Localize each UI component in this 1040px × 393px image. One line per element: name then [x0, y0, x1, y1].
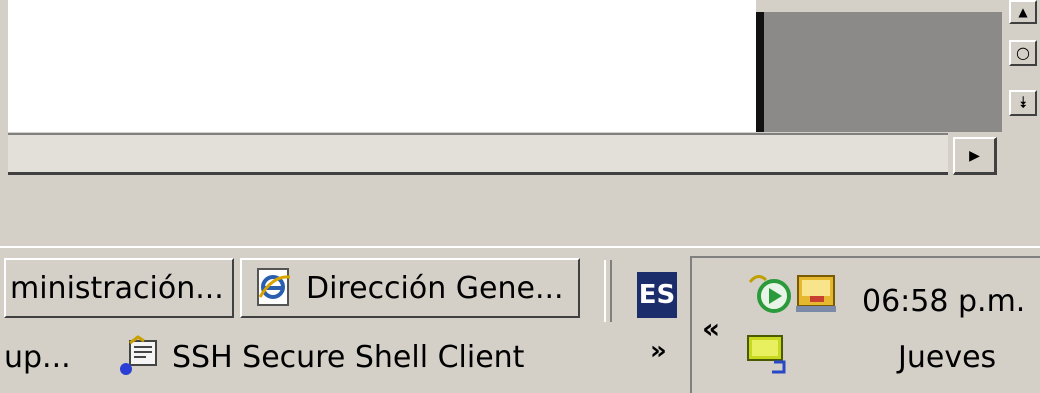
- taskbar-button-setup[interactable]: up...: [4, 328, 71, 386]
- taskbar-button-label: ministración...: [10, 270, 224, 306]
- scroll-up-button[interactable]: ▲: [1009, 0, 1037, 24]
- network-icon[interactable]: [792, 270, 840, 318]
- show-hidden-icons-button[interactable]: «: [702, 312, 720, 345]
- page-border: [756, 12, 764, 134]
- arrow-right-icon: ▶: [969, 148, 980, 164]
- clock-day: Jueves: [898, 340, 997, 375]
- monitor-icon[interactable]: [744, 330, 792, 378]
- next-page-button[interactable]: ⯯: [1009, 90, 1037, 116]
- taskbar-button-label: up...: [4, 339, 71, 375]
- media-player-icon[interactable]: [744, 268, 796, 320]
- arrow-up-icon: ▲: [1018, 5, 1028, 19]
- taskbar-button-label: SSH Secure Shell Client: [172, 339, 525, 375]
- horizontal-scrollbar-track[interactable]: [8, 133, 948, 175]
- taskbar-more-button[interactable]: »: [650, 336, 667, 366]
- taskbar-grip[interactable]: [604, 260, 612, 322]
- taskbar-button-administracion[interactable]: ministración...: [4, 258, 234, 318]
- taskbar-button-label: Dirección Gene...: [306, 270, 564, 306]
- language-indicator[interactable]: ES: [637, 272, 677, 318]
- internet-explorer-icon: [254, 267, 296, 309]
- circle-icon: ○: [1016, 43, 1030, 62]
- taskbar-button-ssh-client[interactable]: SSH Secure Shell Client: [116, 328, 524, 386]
- document-content-area[interactable]: [8, 0, 756, 132]
- status-area: [0, 180, 1040, 246]
- scroll-right-button[interactable]: ▶: [953, 137, 997, 175]
- vertical-scrollbar[interactable]: ▲ ○ ⯯: [1002, 0, 1040, 132]
- taskbar-button-direccion-general[interactable]: Dirección Gene...: [240, 258, 580, 318]
- clock-time[interactable]: 06:58 p.m.: [862, 284, 1025, 319]
- document-background: [764, 12, 1002, 132]
- select-browse-object-button[interactable]: ○: [1009, 40, 1037, 66]
- ssh-client-icon: [116, 335, 164, 379]
- double-arrow-down-icon: ⯯: [1018, 93, 1028, 112]
